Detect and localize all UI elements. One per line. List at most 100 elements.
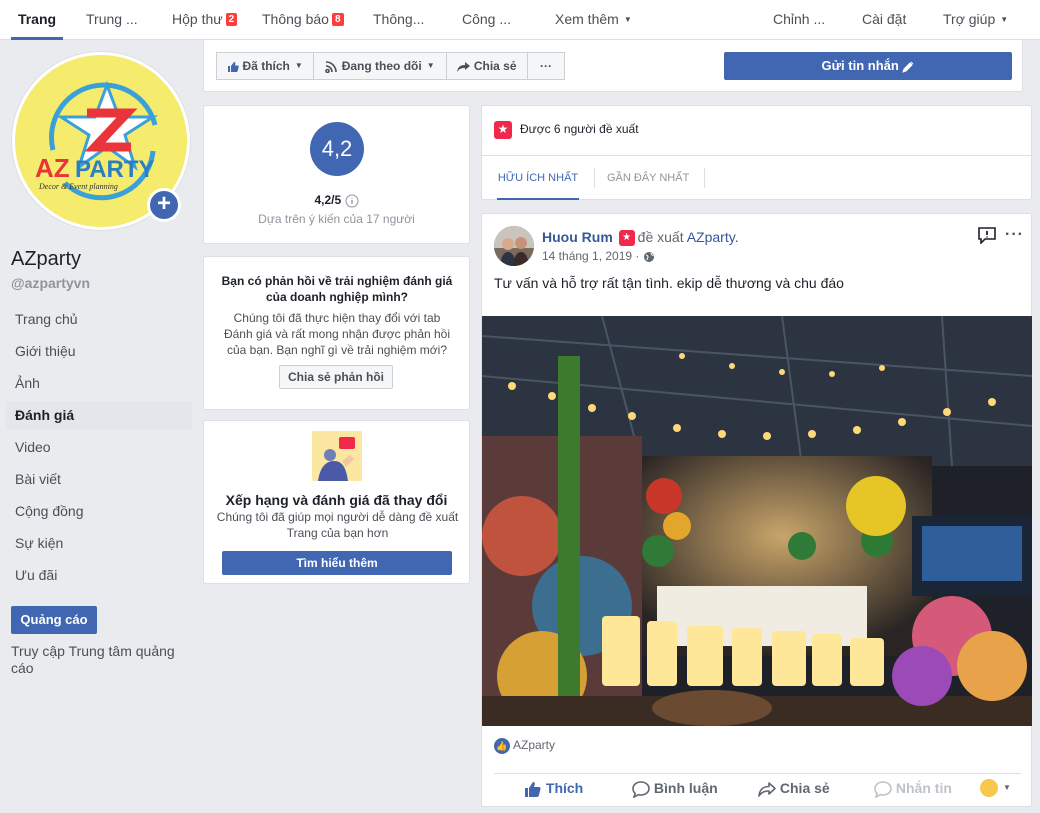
- emoji-face-icon: [980, 779, 998, 798]
- page-title: AZparty: [11, 248, 82, 270]
- recommended-page-link[interactable]: AZparty.: [687, 229, 739, 245]
- comment-label: Bình luận: [653, 780, 718, 796]
- share-feedback-button[interactable]: Chia sẻ phản hồi: [279, 365, 393, 389]
- post-photo[interactable]: [482, 316, 1032, 726]
- sidebar-item-photos[interactable]: Ảnh: [6, 369, 192, 398]
- page-username[interactable]: @azpartyvn: [11, 275, 90, 291]
- thumbs-up-icon: [525, 782, 541, 798]
- tab-label: Trợ giúp: [943, 11, 996, 27]
- ad-center-link[interactable]: Truy cập Trung tâm quảng cáo: [11, 643, 191, 677]
- following-button[interactable]: Đang theo dõi ▼: [313, 52, 447, 80]
- tab-insights[interactable]: Thông...: [373, 0, 424, 40]
- liked-button[interactable]: Đã thích ▼: [216, 52, 314, 80]
- promote-button[interactable]: Quảng cáo: [11, 606, 97, 634]
- recommendations-header-card: ★ Được 6 người đề xuất HỮU ÍCH NHẤT GẦN Đ…: [481, 105, 1032, 200]
- like-reaction-icon: 👍: [494, 738, 510, 754]
- caret-down-icon: ▼: [623, 15, 632, 24]
- learn-more-button[interactable]: Tìm hiểu thêm: [222, 551, 452, 575]
- send-message-button[interactable]: Gửi tin nhắn: [724, 52, 1012, 80]
- tab-notifications[interactable]: Thông báo 8: [262, 0, 344, 40]
- post-action-bar: Thích Bình luận Chia sẻ Nhắn tin ▼: [494, 773, 1021, 801]
- feedback-title: Bạn có phản hồi về trải nghiệm đánh giá …: [221, 274, 453, 304]
- rating-basis-text: Dựa trên ý kiến của 17 người: [258, 212, 415, 226]
- more-dots-icon: ···: [540, 59, 552, 73]
- post-timestamp[interactable]: 14 tháng 1, 2019 ·: [542, 249, 655, 263]
- tab-label: Công ...: [462, 11, 512, 27]
- comment-button[interactable]: Bình luận: [632, 780, 718, 799]
- caret-down-icon: ▼: [1000, 15, 1009, 24]
- recommendation-summary: ★ Được 6 người đề xuất: [494, 121, 639, 139]
- message-label: Nhắn tin: [895, 780, 952, 796]
- liker-name: AZparty: [513, 738, 556, 753]
- review-sort-tabs: HỮU ÍCH NHẤT GẦN ĐÂY NHẤT: [482, 155, 1031, 200]
- following-label: Đang theo dõi: [341, 59, 422, 73]
- rating-score-text: 4,2/5: [314, 193, 342, 207]
- caret-down-icon: ▼: [426, 61, 435, 70]
- tab-inbox[interactable]: Hộp thư 2: [172, 0, 238, 40]
- ratings-changed-title: Xếp hạng và đánh giá đã thay đổi: [225, 492, 448, 508]
- svg-text:PARTY: PARTY: [75, 156, 155, 183]
- feedback-body: Chúng tôi đã thực hiện thay đổi với tab …: [223, 311, 451, 357]
- post-date-text: 14 tháng 1, 2019 ·: [542, 249, 640, 263]
- like-button[interactable]: Thích: [524, 780, 583, 798]
- share-button[interactable]: Chia sẻ: [758, 780, 830, 798]
- person-recommend-illustration: [312, 431, 362, 481]
- svg-text:Decor & Event planning: Decor & Event planning: [38, 182, 118, 191]
- info-icon[interactable]: [345, 194, 359, 208]
- rating-summary-card: 4,2 4,2/5 Dựa trên ý kiến của 17 người: [203, 105, 470, 244]
- sidebar-item-events[interactable]: Sự kiện: [6, 529, 192, 558]
- tab-most-helpful[interactable]: HỮU ÍCH NHẤT: [497, 156, 579, 200]
- tab-page[interactable]: Trang: [11, 0, 63, 40]
- sidebar-item-offers[interactable]: Ưu đãi: [6, 561, 192, 590]
- share-page-button[interactable]: Chia sẻ: [446, 52, 528, 80]
- tab-label: Thông...: [373, 11, 425, 27]
- author-name[interactable]: Huou Rum: [542, 229, 613, 245]
- share-arrow-icon: [457, 62, 471, 73]
- share-arrow-icon: [758, 782, 776, 798]
- notifications-count-badge: 8: [331, 13, 344, 26]
- sidebar-item-home[interactable]: Trang chủ: [6, 305, 192, 334]
- post-author-line: Huou Rum ★ đề xuất AZparty.: [542, 229, 739, 247]
- avatar[interactable]: [494, 226, 534, 266]
- tab-settings[interactable]: Cài đặt: [862, 0, 906, 40]
- reaction-selector[interactable]: ▼: [980, 779, 1011, 798]
- tab-edit-page-info[interactable]: Chỉnh ...: [773, 0, 825, 40]
- sidebar-item-videos[interactable]: Video: [6, 433, 192, 462]
- tab-label: Trang: [17, 11, 57, 27]
- message-button[interactable]: Nhắn tin: [874, 780, 952, 799]
- ratings-changed-card: Xếp hạng và đánh giá đã thay đổi Chúng t…: [203, 420, 470, 584]
- sidebar-item-about[interactable]: Giới thiệu: [6, 337, 192, 366]
- rss-feed-icon: [325, 61, 338, 73]
- recommend-star-icon: ★: [494, 121, 512, 139]
- tab-inbox-center[interactable]: Trung ...: [86, 0, 138, 40]
- tab-most-recent[interactable]: GẦN ĐÂY NHẤT: [607, 156, 689, 200]
- tab-label: Thông báo: [262, 11, 329, 27]
- review-post: Huou Rum ★ đề xuất AZparty. 14 tháng 1, 2…: [481, 213, 1032, 807]
- globe-icon: [643, 251, 654, 262]
- sidebar-item-reviews[interactable]: Đánh giá: [6, 401, 192, 430]
- feedback-card: Bạn có phản hồi về trải nghiệm đánh giá …: [203, 256, 470, 410]
- sidebar-nav: Trang chủ Giới thiệu Ảnh Đánh giá Video …: [6, 305, 192, 593]
- like-label: Thích: [545, 780, 584, 796]
- post-likes-summary[interactable]: 👍 AZparty: [494, 738, 555, 754]
- sidebar-item-posts[interactable]: Bài viết: [6, 465, 192, 494]
- sidebar-item-community[interactable]: Cộng đồng: [6, 497, 192, 526]
- add-photo-button[interactable]: +: [147, 188, 181, 222]
- tab-publishing-tools[interactable]: Công ...: [462, 0, 511, 40]
- tab-help[interactable]: Trợ giúp ▼: [943, 0, 1008, 40]
- tab-label: Xem thêm: [555, 11, 619, 27]
- send-message-label: Gửi tin nhắn: [821, 58, 899, 73]
- recommend-verb: đề xuất: [637, 229, 684, 245]
- post-more-icon[interactable]: ···: [1005, 226, 1024, 244]
- party-venue-photo: [482, 316, 1032, 726]
- messenger-icon: [874, 781, 892, 799]
- post-text: Tư vấn và hỗ trợ rất tận tình. ekip dễ t…: [494, 275, 844, 291]
- tab-more[interactable]: Xem thêm ▼: [555, 0, 632, 40]
- pencil-icon: [902, 61, 914, 73]
- caret-down-icon: ▼: [1003, 783, 1011, 792]
- svg-text:AZ: AZ: [35, 153, 70, 183]
- more-options-button[interactable]: ···: [527, 52, 565, 80]
- rating-score-line: 4,2/5: [204, 193, 469, 208]
- tab-label: Hộp thư: [172, 11, 223, 27]
- report-icon[interactable]: [977, 226, 997, 247]
